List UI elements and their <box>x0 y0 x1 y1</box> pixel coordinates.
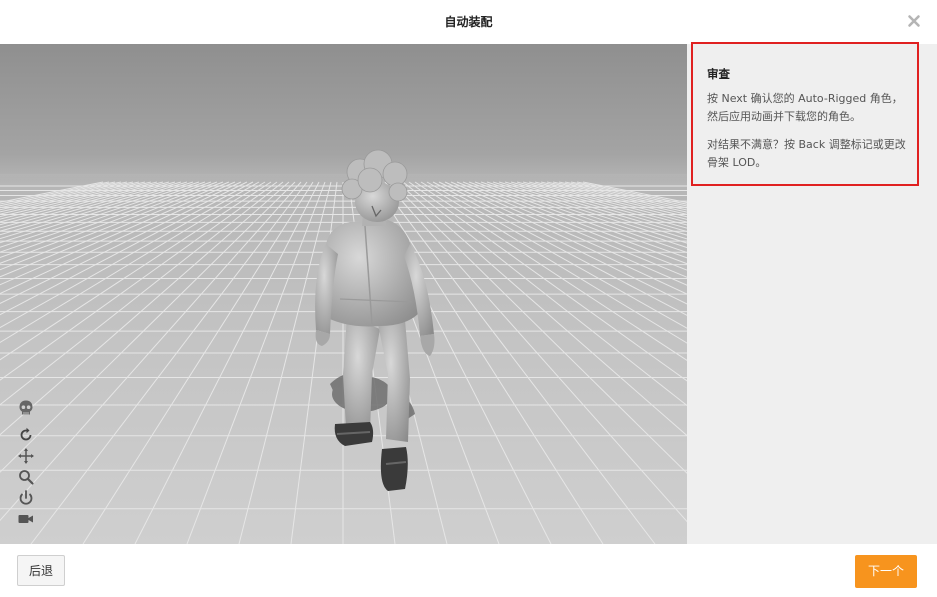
rotate-icon[interactable] <box>17 426 37 444</box>
close-icon[interactable] <box>907 13 921 27</box>
side-panel: 审查 按 Next 确认您的 Auto-Rigged 角色，然后应用动画并下载您… <box>687 42 937 544</box>
zoom-icon[interactable] <box>17 468 37 486</box>
power-icon[interactable] <box>17 489 37 507</box>
3d-viewport[interactable] <box>0 44 687 544</box>
review-box: 审查 按 Next 确认您的 Auto-Rigged 角色，然后应用动画并下载您… <box>691 42 919 186</box>
camera-icon[interactable] <box>17 510 37 528</box>
next-button[interactable]: 下一个 <box>855 555 917 588</box>
dialog-title: 自动装配 <box>444 15 493 29</box>
review-hint: 对结果不满意？按 Back 调整标记或更改骨架 LOD。 <box>707 138 906 169</box>
review-instructions: 按 Next 确认您的 Auto-Rigged 角色，然后应用动画并下载您的角色… <box>707 92 903 123</box>
back-button[interactable]: 后退 <box>17 555 65 586</box>
character-scene <box>0 149 687 544</box>
review-title: 审查 <box>707 67 730 81</box>
pan-icon[interactable] <box>17 447 37 465</box>
dialog-footer: 后退 下一个 <box>0 544 937 597</box>
dialog-header: 自动装配 <box>0 0 937 44</box>
skeleton-icon[interactable] <box>17 399 37 417</box>
